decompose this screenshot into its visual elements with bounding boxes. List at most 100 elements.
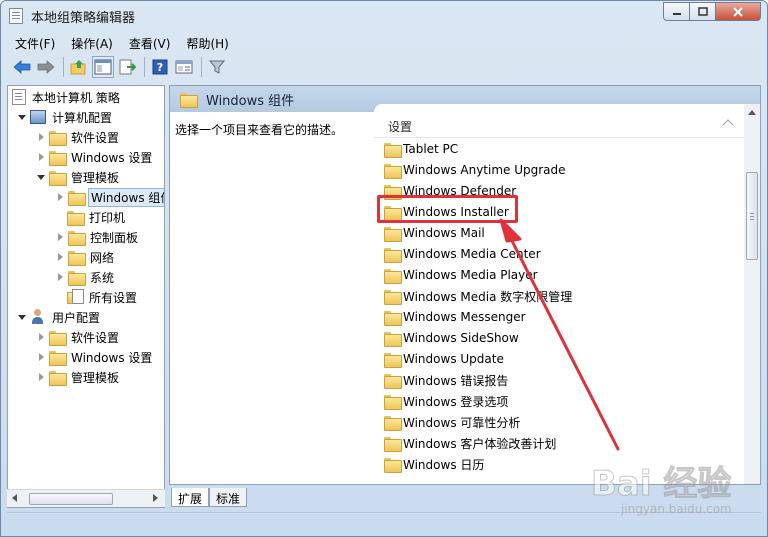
list-item[interactable]: Windows SideShow xyxy=(384,328,519,348)
collapsed-arrow-icon[interactable] xyxy=(39,373,44,381)
tree-item-network[interactable]: 网络 xyxy=(57,247,116,267)
computer-icon xyxy=(30,110,46,124)
list-item[interactable]: Windows Media Player xyxy=(384,265,538,285)
folder-icon xyxy=(384,289,402,305)
tree-item-user-admin-templates[interactable]: 管理模板 xyxy=(38,367,121,387)
list-item[interactable]: Windows 可靠性分析 xyxy=(384,412,520,432)
folder-icon xyxy=(49,150,67,166)
list-item[interactable]: Windows Media 数字权限管理 xyxy=(384,286,572,306)
menu-view[interactable]: 查看(V) xyxy=(121,33,179,53)
folder-icon xyxy=(68,270,86,286)
collapsed-arrow-icon[interactable] xyxy=(39,353,44,361)
folder-icon xyxy=(68,250,86,266)
tree-item-windows-components[interactable]: Windows 组件 xyxy=(57,187,164,207)
forward-button[interactable] xyxy=(35,56,57,78)
tree-item-local-policy[interactable]: 本地计算机 策略 xyxy=(12,87,122,107)
close-button[interactable] xyxy=(715,2,761,21)
expanded-arrow-icon[interactable] xyxy=(18,314,26,320)
folder-icon xyxy=(49,370,67,386)
settings-vertical-scrollbar[interactable] xyxy=(744,104,760,484)
collapsed-arrow-icon[interactable] xyxy=(58,233,63,241)
tree-horizontal-scrollbar[interactable] xyxy=(7,489,165,507)
folder-icon xyxy=(49,170,67,186)
tree-item-admin-templates[interactable]: 管理模板 xyxy=(37,167,121,187)
app-icon xyxy=(9,8,23,24)
tree-item-user-config[interactable]: 用户配置 xyxy=(18,307,102,327)
menu-bar: 文件(F) 操作(A) 查看(V) 帮助(H) xyxy=(7,33,761,53)
properties-button[interactable] xyxy=(173,56,195,78)
description-text: 选择一个项目来查看它的描述。 xyxy=(175,123,344,137)
export-list-button[interactable] xyxy=(116,56,138,78)
list-item[interactable]: Windows 日历 xyxy=(384,454,484,474)
tree-item-all-settings[interactable]: 所有设置 xyxy=(57,287,139,307)
folder-icon xyxy=(384,163,402,179)
scroll-left-arrow-icon[interactable] xyxy=(12,494,17,502)
list-item[interactable]: Windows 错误报告 xyxy=(384,370,508,390)
column-header-setting[interactable]: 设置 xyxy=(374,116,744,138)
export-list-icon xyxy=(119,59,136,75)
toolbar-separator xyxy=(201,57,202,77)
tree-item-computer-config[interactable]: 计算机配置 xyxy=(18,107,114,127)
collapsed-arrow-icon[interactable] xyxy=(39,153,44,161)
list-item-label: Tablet PC xyxy=(403,142,459,156)
scroll-right-arrow-icon[interactable] xyxy=(153,494,158,502)
list-item[interactable]: Windows Messenger xyxy=(384,307,526,327)
details-header-title: Windows 组件 xyxy=(206,93,295,109)
toolbar-separator xyxy=(63,57,64,77)
tree-item-software-settings[interactable]: 软件设置 xyxy=(38,127,121,147)
list-item[interactable]: Windows 客户体验改善计划 xyxy=(384,433,556,453)
list-item[interactable]: Windows 登录选项 xyxy=(384,391,508,411)
collapsed-arrow-icon[interactable] xyxy=(58,273,63,281)
tree-item-user-software-settings[interactable]: 软件设置 xyxy=(38,327,121,347)
list-item-label: Windows Anytime Upgrade xyxy=(403,163,566,177)
tree-item-windows-settings[interactable]: Windows 设置 xyxy=(38,147,154,167)
tree-item-label: 本地计算机 策略 xyxy=(32,90,120,105)
tab-extended[interactable]: 扩展 xyxy=(171,488,210,507)
collapsed-arrow-icon[interactable] xyxy=(39,333,44,341)
tree-item-user-windows-settings[interactable]: Windows 设置 xyxy=(38,347,154,367)
maximize-button[interactable] xyxy=(689,2,716,21)
minimize-button[interactable] xyxy=(663,2,690,21)
folder-icon xyxy=(384,394,402,410)
folder-icon xyxy=(384,457,402,473)
tree-item-printers[interactable]: 打印机 xyxy=(57,207,127,227)
scrollbar-thumb[interactable] xyxy=(29,493,113,505)
collapsed-arrow-icon[interactable] xyxy=(39,133,44,141)
settings-list: 设置 Tablet PC Windows Anytime Upgrade Win… xyxy=(374,104,744,484)
folder-icon xyxy=(384,268,402,284)
title-bar[interactable]: 本地组策略编辑器 xyxy=(1,1,767,31)
up-one-level-button[interactable] xyxy=(68,56,90,78)
menu-action[interactable]: 操作(A) xyxy=(63,33,121,53)
window-controls xyxy=(663,2,761,21)
list-item[interactable]: Windows Update xyxy=(384,349,504,369)
expanded-arrow-icon[interactable] xyxy=(18,114,26,120)
tree-item-label: 软件设置 xyxy=(71,330,120,345)
list-item[interactable]: Windows Mail xyxy=(384,223,485,243)
collapsed-arrow-icon[interactable] xyxy=(58,253,63,261)
scroll-up-arrow-icon[interactable] xyxy=(748,110,756,115)
properties-icon xyxy=(175,60,193,74)
list-item[interactable]: Windows Anytime Upgrade xyxy=(384,160,566,180)
tree-item-control-panel[interactable]: 控制面板 xyxy=(57,227,140,247)
menu-help[interactable]: 帮助(H) xyxy=(178,33,236,53)
list-item[interactable]: Tablet PC xyxy=(384,139,458,159)
back-button[interactable] xyxy=(11,56,33,78)
collapsed-arrow-icon[interactable] xyxy=(58,193,63,201)
help-icon: ? xyxy=(152,59,168,75)
expanded-arrow-icon[interactable] xyxy=(37,174,45,180)
tree-item-label: Windows 组件 xyxy=(88,187,164,207)
show-hide-tree-button[interactable] xyxy=(92,56,114,78)
tree-item-system[interactable]: 系统 xyxy=(57,267,116,287)
help-button[interactable]: ? xyxy=(149,56,171,78)
list-item[interactable]: Windows Media Center xyxy=(384,244,541,264)
folder-icon xyxy=(49,330,67,346)
tab-standard[interactable]: 标准 xyxy=(209,488,248,507)
filter-button[interactable] xyxy=(206,56,228,78)
folder-icon xyxy=(384,226,402,242)
watermark-url: jingyan.baidu.com xyxy=(621,502,732,516)
menu-file[interactable]: 文件(F) xyxy=(7,33,63,53)
tree-item-label: 系统 xyxy=(90,270,115,285)
sort-chevron-icon xyxy=(722,119,734,131)
scrollbar-thumb[interactable] xyxy=(746,172,758,260)
folder-icon xyxy=(67,210,85,226)
